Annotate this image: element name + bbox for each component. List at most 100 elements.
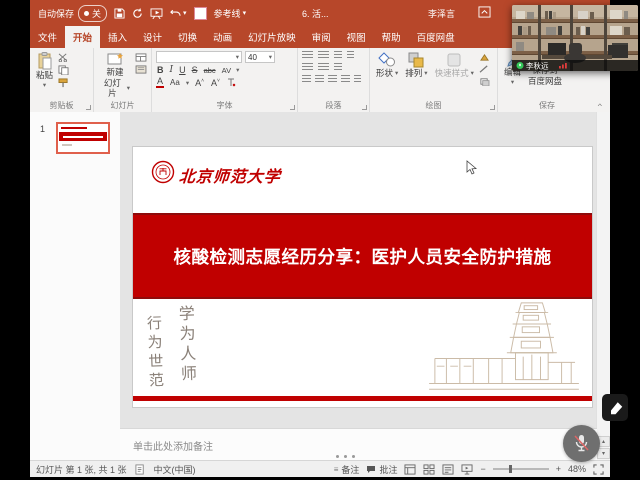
user-name: 李泽言 <box>428 7 455 20</box>
reading-view-icon[interactable] <box>442 464 454 475</box>
group-paragraph: 段落 <box>298 48 370 112</box>
tab-baidu-netdisk[interactable]: 百度网盘 <box>409 26 463 48</box>
notes-resize-handle[interactable] <box>336 455 355 458</box>
align-right-icon[interactable] <box>328 75 337 84</box>
cut-icon[interactable] <box>58 53 69 62</box>
accessibility-icon[interactable] <box>135 464 146 475</box>
guides-label: 参考线 <box>214 7 241 20</box>
guides-button[interactable]: 参考线 ▾ <box>214 7 247 20</box>
paragraph-dialog-launcher-icon[interactable] <box>362 105 367 110</box>
screen: 自动保存 关 ▾ 参考线 ▾ 6. 活... 李泽言 <box>0 0 640 480</box>
line-spacing-icon[interactable] <box>334 51 342 60</box>
zoom-slider[interactable] <box>493 468 549 470</box>
bullets-icon[interactable] <box>302 51 313 60</box>
font-size-value: 40 <box>248 53 257 62</box>
slide-thumbnail[interactable] <box>56 122 110 154</box>
group-drawing: 形状▾ 排列▾ 快速样式▾ 绘图 <box>370 48 498 112</box>
numbering-icon[interactable] <box>318 51 329 60</box>
underline-button[interactable]: U <box>178 65 187 75</box>
font-name-select[interactable]: ▾ <box>156 51 242 63</box>
align-left-icon[interactable] <box>302 75 311 84</box>
fit-slide-to-window-icon[interactable] <box>593 464 604 475</box>
slide-editor-area[interactable]: 北京师范大学 核酸检测志愿经历分享：医护人员安全防护措施 行为世范 学为人师 <box>120 112 597 428</box>
drawing-dialog-launcher-icon[interactable] <box>490 105 495 110</box>
arrange-button[interactable]: 排列▾ <box>403 51 429 80</box>
layout-icon[interactable] <box>135 53 147 62</box>
shape-effects-icon[interactable] <box>479 77 490 86</box>
reset-slide-icon[interactable] <box>135 65 147 74</box>
new-slide-dropdown-icon: ▾ <box>127 85 130 92</box>
new-slide-button[interactable]: 新建 幻灯片▾ <box>98 51 132 99</box>
slideshow-view-icon[interactable] <box>461 464 473 475</box>
format-painter-icon[interactable] <box>58 78 69 88</box>
zoom-out-button[interactable]: − <box>480 464 485 474</box>
comments-toggle-button[interactable]: 批注 <box>366 463 397 476</box>
microphone-muted-button[interactable] <box>563 425 600 462</box>
paste-dropdown-icon: ▾ <box>43 82 46 89</box>
tab-slideshow[interactable]: 幻灯片放映 <box>240 26 304 48</box>
italic-button[interactable]: I <box>169 65 175 75</box>
shape-fill-icon[interactable] <box>479 53 490 62</box>
video-call-window[interactable]: 李秋远 <box>512 5 638 71</box>
autosave-toggle[interactable]: 自动保存 关 <box>38 5 107 22</box>
shrink-font-button[interactable]: A˅ <box>210 78 221 88</box>
zoom-slider-handle[interactable] <box>509 465 512 473</box>
white-square-swatch-icon[interactable] <box>194 7 207 20</box>
save-icon[interactable] <box>114 8 125 19</box>
language-indicator[interactable]: 中文(中国) <box>154 463 196 476</box>
slide-canvas[interactable]: 北京师范大学 核酸检测志愿经历分享：医护人员安全防护措施 行为世范 学为人师 <box>133 147 592 407</box>
slide-sorter-view-icon[interactable] <box>423 464 435 475</box>
collapse-ribbon-button[interactable]: ^ <box>598 103 602 110</box>
redo-icon[interactable] <box>132 8 143 19</box>
zoom-in-button[interactable]: + <box>556 464 561 474</box>
text-shadow-button[interactable]: abc <box>203 66 217 75</box>
title-band[interactable]: 核酸检测志愿经历分享：医护人员安全防护措施 <box>133 213 592 299</box>
strikethrough-button[interactable]: S <box>191 65 199 75</box>
tab-help[interactable]: 帮助 <box>374 26 409 48</box>
tab-animations[interactable]: 动画 <box>205 26 240 48</box>
quick-styles-dropdown-icon: ▾ <box>471 70 474 77</box>
clipboard-dialog-launcher-icon[interactable] <box>86 105 91 110</box>
university-name: 北京师范大学 <box>178 163 282 187</box>
font-dialog-launcher-icon[interactable] <box>290 105 295 110</box>
normal-view-icon[interactable] <box>404 464 416 475</box>
zoom-percentage[interactable]: 48% <box>568 464 586 474</box>
text-direction-icon[interactable] <box>347 51 354 60</box>
tab-file[interactable]: 文件 <box>30 26 65 48</box>
quick-styles-button[interactable]: 快速样式▾ <box>433 51 476 80</box>
undo-dropdown-icon[interactable]: ▾ <box>183 9 187 17</box>
tab-design[interactable]: 设计 <box>135 26 170 48</box>
character-spacing-button[interactable]: AV <box>221 66 232 75</box>
columns-icon[interactable] <box>334 63 342 72</box>
tab-review[interactable]: 审阅 <box>304 26 339 48</box>
copy-icon[interactable] <box>58 65 69 75</box>
bold-button[interactable]: B <box>156 65 165 75</box>
font-color-button[interactable]: A <box>156 77 164 88</box>
shapes-button[interactable]: 形状▾ <box>374 51 400 80</box>
increase-indent-icon[interactable] <box>318 63 329 72</box>
autosave-switch[interactable]: 关 <box>78 5 107 22</box>
start-slideshow-icon[interactable] <box>150 8 163 19</box>
quick-styles-icon <box>446 52 462 68</box>
tab-view[interactable]: 视图 <box>339 26 374 48</box>
tab-insert[interactable]: 插入 <box>100 26 135 48</box>
justify-icon[interactable] <box>341 75 350 84</box>
grow-font-button[interactable]: A˄ <box>194 78 205 88</box>
tab-home[interactable]: 开始 <box>65 26 100 48</box>
clear-formatting-icon[interactable] <box>226 78 236 87</box>
change-case-button[interactable]: Aa <box>169 78 181 87</box>
annotation-tool-button[interactable] <box>602 394 628 421</box>
shape-outline-icon[interactable] <box>479 65 490 74</box>
tab-transitions[interactable]: 切换 <box>170 26 205 48</box>
change-case-dropdown-icon[interactable]: ▾ <box>186 79 189 87</box>
paste-button[interactable]: 粘贴 ▾ <box>34 51 55 90</box>
character-spacing-dropdown-icon[interactable]: ▾ <box>236 66 239 74</box>
decrease-indent-icon[interactable] <box>302 63 313 72</box>
notes-toggle-button[interactable]: ≡ 备注 <box>334 463 360 476</box>
smartart-convert-icon[interactable] <box>354 75 361 84</box>
font-size-select[interactable]: 40▾ <box>245 51 275 63</box>
ribbon-display-options-icon[interactable] <box>478 6 491 18</box>
notes-pane[interactable]: 单击此处添加备注 <box>120 428 597 461</box>
align-center-icon[interactable] <box>315 75 324 84</box>
undo-icon[interactable]: ▾ <box>170 8 187 18</box>
